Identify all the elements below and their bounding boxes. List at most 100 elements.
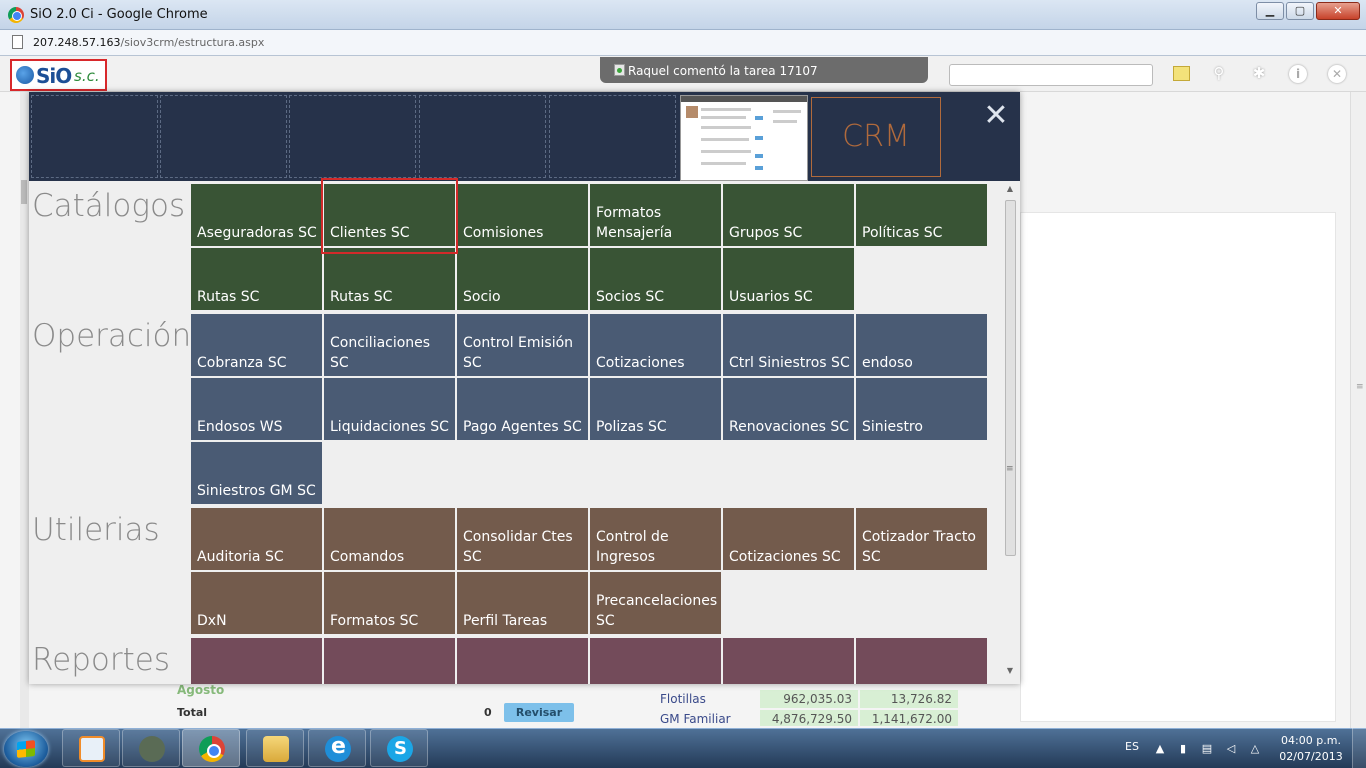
notification-banner[interactable]: Raquel comentó la tarea 17107 — [600, 57, 928, 83]
search-icon[interactable]: ⚲ — [1208, 62, 1230, 84]
close-window-button[interactable]: ✕ — [1316, 2, 1360, 20]
tile-cotizaciones[interactable]: Cotizaciones — [590, 314, 721, 376]
close-icon[interactable]: ✕ — [982, 101, 1010, 131]
tile-label: Control Emisión SC — [463, 335, 574, 371]
sio-logo[interactable]: SiO s.c. — [10, 59, 107, 91]
show-hidden-icons-icon[interactable]: ▲ — [1153, 742, 1167, 756]
taskbar-chrome[interactable] — [182, 729, 240, 767]
tile-formatos-sc[interactable]: Formatos SC — [324, 572, 455, 634]
taskbar-file-explorer[interactable] — [246, 729, 304, 767]
tile-endosos-ws[interactable]: Endosos WS — [191, 378, 322, 440]
tile-aseguradoras-sc[interactable]: Aseguradoras SC — [191, 184, 322, 246]
close-glyph: ✕ — [1328, 65, 1346, 83]
tile-auditoria-sc[interactable]: Auditoria SC — [191, 508, 322, 570]
page-thumbnail[interactable] — [680, 95, 808, 181]
tile-usuarios-sc[interactable]: Usuarios SC — [723, 248, 854, 310]
tile-siniestros-gm-sc[interactable]: Siniestros GM SC — [191, 442, 322, 504]
start-button[interactable] — [4, 731, 48, 767]
favorite-slot[interactable] — [289, 95, 416, 178]
left-scroll-thumb[interactable] — [21, 180, 27, 204]
tile-precancelaciones-sc[interactable]: Precancelaciones SC — [590, 572, 721, 634]
tile-reporte[interactable] — [590, 638, 721, 684]
network-icon[interactable]: ▮ — [1176, 742, 1190, 756]
tile-label: Socios SC — [596, 289, 665, 305]
tile-siniestro[interactable]: Siniestro — [856, 378, 987, 440]
tile-grupos-sc[interactable]: Grupos SC — [723, 184, 854, 246]
window-title: SiO 2.0 Ci - Google Chrome — [30, 7, 208, 22]
tile-label: Aseguradoras SC — [197, 225, 317, 241]
tile-dxn[interactable]: DxN — [191, 572, 322, 634]
favorite-slot[interactable] — [160, 95, 287, 178]
tile-socio[interactable]: Socio — [457, 248, 588, 310]
url-path: /siov3crm/estructura.aspx — [120, 36, 265, 49]
system-clock[interactable]: 04:00 p.m. 02/07/2013 — [1278, 733, 1344, 765]
taskbar-internet-explorer[interactable] — [308, 729, 366, 767]
crm-tile[interactable]: CRM — [811, 97, 941, 177]
tile-label: Cotizador Tracto SC — [862, 529, 976, 565]
tile-reporte[interactable] — [457, 638, 588, 684]
scroll-down-icon[interactable]: ▼ — [1002, 666, 1018, 680]
sticky-note-icon[interactable] — [1170, 62, 1192, 84]
tile-label: Polizas SC — [596, 419, 667, 435]
tile-comandos[interactable]: Comandos — [324, 508, 455, 570]
tile-control-de-ingresos[interactable]: Control de Ingresos — [590, 508, 721, 570]
tile-cobranza-sc[interactable]: Cobranza SC — [191, 314, 322, 376]
tile-label: Precancelaciones SC — [596, 593, 718, 629]
revisar-button[interactable]: Revisar — [504, 703, 574, 722]
evernote-icon — [139, 736, 165, 762]
close-icon[interactable]: ✕ — [1326, 62, 1348, 84]
scroll-up-icon[interactable]: ▲ — [1002, 184, 1018, 198]
tile-perfil-tareas[interactable]: Perfil Tareas — [457, 572, 588, 634]
tile-cotizador-tracto-sc[interactable]: Cotizador Tracto SC — [856, 508, 987, 570]
tile-liquidaciones-sc[interactable]: Liquidaciones SC — [324, 378, 455, 440]
tile-renovaciones-sc[interactable]: Renovaciones SC — [723, 378, 854, 440]
favorite-slot[interactable] — [549, 95, 676, 178]
tile-cotizaciones-sc[interactable]: Cotizaciones SC — [723, 508, 854, 570]
tile-label: endoso — [862, 355, 913, 371]
tile-label: Cotizaciones SC — [729, 549, 841, 565]
taskbar-skype[interactable] — [370, 729, 428, 767]
url-text[interactable]: 207.248.57.163/siov3crm/estructura.aspx — [33, 36, 264, 49]
tile-conciliaciones-sc[interactable]: Conciliaciones SC — [324, 314, 455, 376]
favorite-slot[interactable] — [31, 95, 158, 178]
volume-icon[interactable]: ◁ — [1224, 742, 1238, 756]
tile-reporte[interactable] — [191, 638, 322, 684]
tile-pago-agentes-sc[interactable]: Pago Agentes SC — [457, 378, 588, 440]
tile-control-emision-sc[interactable]: Control Emisión SC — [457, 314, 588, 376]
tile-label: Socio — [463, 289, 501, 305]
tile-polizas-sc[interactable]: Polizas SC — [590, 378, 721, 440]
address-bar[interactable]: 207.248.57.163/siov3crm/estructura.aspx — [0, 30, 1366, 56]
tile-comisiones[interactable]: Comisiones — [457, 184, 588, 246]
tile-rutas-sc[interactable]: Rutas SC — [191, 248, 322, 310]
show-desktop-button[interactable] — [1352, 728, 1366, 768]
tile-ctrl-siniestros-sc[interactable]: Ctrl Siniestros SC — [723, 314, 854, 376]
tile-consolidar-ctes-sc[interactable]: Consolidar Ctes SC — [457, 508, 588, 570]
globe-icon — [16, 66, 34, 84]
tile-label: Formatos SC — [330, 613, 419, 629]
language-indicator[interactable]: ES — [1125, 740, 1139, 753]
taskbar-media-player[interactable] — [62, 729, 120, 767]
taskbar-evernote[interactable] — [122, 729, 180, 767]
panel-scrollbar[interactable]: ▲ ≡ ▼ — [1002, 184, 1018, 680]
info-icon[interactable]: i — [1287, 62, 1309, 84]
total-value: 0 — [484, 706, 492, 719]
tile-reporte[interactable] — [856, 638, 987, 684]
panel-scroll-thumb[interactable] — [1005, 200, 1016, 556]
section-title-reportes: Reportes — [32, 642, 170, 678]
gear-icon[interactable]: ✱ — [1248, 62, 1270, 84]
tile-reporte[interactable] — [723, 638, 854, 684]
page-scrollbar[interactable]: ≡ — [1350, 92, 1366, 728]
power-icon[interactable]: ▤ — [1200, 742, 1214, 756]
tile-rutas-sc-2[interactable]: Rutas SC — [324, 248, 455, 310]
tile-endoso[interactable]: endoso — [856, 314, 987, 376]
favorite-slot[interactable] — [419, 95, 546, 178]
tile-reporte[interactable] — [324, 638, 455, 684]
tile-socios-sc[interactable]: Socios SC — [590, 248, 721, 310]
left-scrollbar[interactable] — [20, 92, 29, 728]
tile-politicas-sc[interactable]: Políticas SC — [856, 184, 987, 246]
search-input[interactable] — [949, 64, 1153, 86]
google-drive-icon[interactable]: △ — [1248, 742, 1262, 756]
minimize-button[interactable]: ▁ — [1256, 2, 1284, 20]
tile-formatos-mensajeria[interactable]: Formatos Mensajería — [590, 184, 721, 246]
maximize-button[interactable]: ▢ — [1286, 2, 1314, 20]
